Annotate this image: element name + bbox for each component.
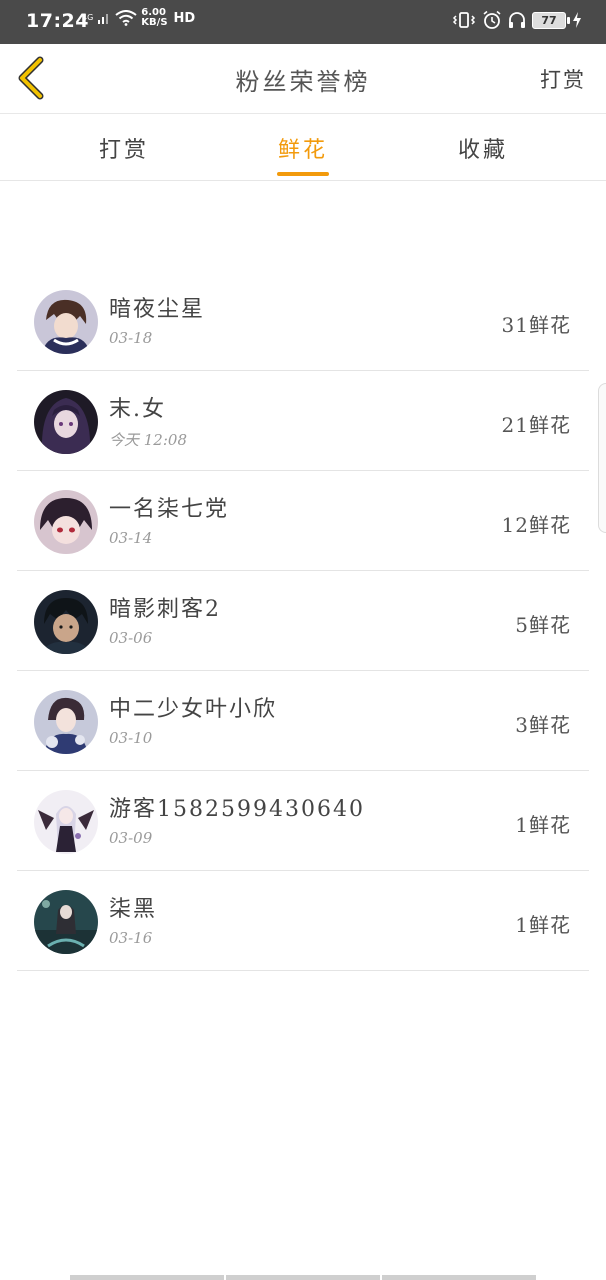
reward-button[interactable]: 打赏 xyxy=(540,64,586,94)
list-item[interactable]: 暗夜尘星 03-18 31鲜花 xyxy=(17,271,589,371)
gesture-segment xyxy=(226,1275,380,1280)
charging-icon xyxy=(573,12,581,28)
status-left-icons: 4G 6.00 KB/S HD xyxy=(82,8,195,28)
status-right-icons: 77 xyxy=(452,10,582,30)
user-name: 一名柒七党 xyxy=(109,497,230,522)
tab-favorites[interactable]: 收藏 xyxy=(438,132,528,164)
avatar xyxy=(34,590,98,654)
flower-count: 5鲜花 xyxy=(515,613,571,637)
tab-reward[interactable]: 打赏 xyxy=(79,132,169,164)
page-title: 粉丝荣誉榜 xyxy=(235,68,371,96)
avatar xyxy=(34,790,98,854)
side-drawer-handle[interactable] xyxy=(598,383,606,533)
user-name: 暗夜尘星 xyxy=(109,297,206,322)
network-type: 4G xyxy=(82,13,94,22)
avatar xyxy=(34,290,98,354)
user-name: 暗影刺客2 xyxy=(109,597,221,622)
battery-level: 77 xyxy=(541,13,557,27)
tab-bar: 打赏 鲜花 收藏 xyxy=(0,114,606,181)
alarm-icon xyxy=(483,10,501,29)
status-bar: 17:24 4G 6.00 KB/S HD 77 xyxy=(0,0,606,44)
user-date: 03-10 xyxy=(109,729,153,747)
user-name: 中二少女叶小欣 xyxy=(109,697,278,722)
user-date: 03-18 xyxy=(109,329,153,347)
user-date: 03-06 xyxy=(109,629,153,647)
gesture-segment xyxy=(382,1275,536,1280)
avatar xyxy=(34,890,98,954)
gesture-segment xyxy=(70,1275,224,1280)
flower-count: 31鲜花 xyxy=(501,313,571,337)
list-item[interactable]: 柒黑 03-16 1鲜花 xyxy=(17,871,589,971)
avatar xyxy=(34,390,98,454)
battery-icon: 77 xyxy=(532,11,570,29)
flower-count: 1鲜花 xyxy=(515,813,571,837)
user-name: 游客1582599430640 xyxy=(109,797,365,822)
flower-count: 3鲜花 xyxy=(515,713,571,737)
list-item[interactable]: 末.女 今天 12:08 21鲜花 xyxy=(17,371,589,471)
tab-flowers[interactable]: 鲜花 xyxy=(258,132,348,164)
user-date: 03-09 xyxy=(109,829,153,847)
list-item[interactable]: 暗影刺客2 03-06 5鲜花 xyxy=(17,571,589,671)
list-item[interactable]: 游客1582599430640 03-09 1鲜花 xyxy=(17,771,589,871)
user-date: 今天 12:08 xyxy=(109,431,187,449)
ranking-list: 暗夜尘星 03-18 31鲜花 末.女 今天 12:08 21鲜花 一名柒七党 … xyxy=(17,271,589,971)
hd-indicator: HD xyxy=(173,10,196,26)
network-speed: 6.00 KB/S xyxy=(141,8,167,28)
wifi-icon xyxy=(115,10,137,26)
signal-icon xyxy=(98,14,109,24)
speed-unit: KB/S xyxy=(141,17,168,28)
user-date: 03-14 xyxy=(109,529,153,547)
flower-count: 1鲜花 xyxy=(515,913,571,937)
vibrate-icon xyxy=(452,12,476,28)
avatar xyxy=(34,690,98,754)
flower-count: 21鲜花 xyxy=(501,413,571,437)
headphones-icon xyxy=(509,12,525,28)
avatar xyxy=(34,490,98,554)
user-name: 柒黑 xyxy=(109,897,158,922)
active-tab-indicator xyxy=(277,172,329,176)
flower-count: 12鲜花 xyxy=(501,513,571,537)
status-time: 17:24 xyxy=(26,10,89,32)
list-item[interactable]: 中二少女叶小欣 03-10 3鲜花 xyxy=(17,671,589,771)
nav-bar: 粉丝荣誉榜 打赏 xyxy=(0,44,606,114)
list-item[interactable]: 一名柒七党 03-14 12鲜花 xyxy=(17,471,589,571)
user-name: 末.女 xyxy=(109,397,166,422)
user-date: 03-16 xyxy=(109,929,153,947)
gesture-bar xyxy=(70,1275,536,1280)
